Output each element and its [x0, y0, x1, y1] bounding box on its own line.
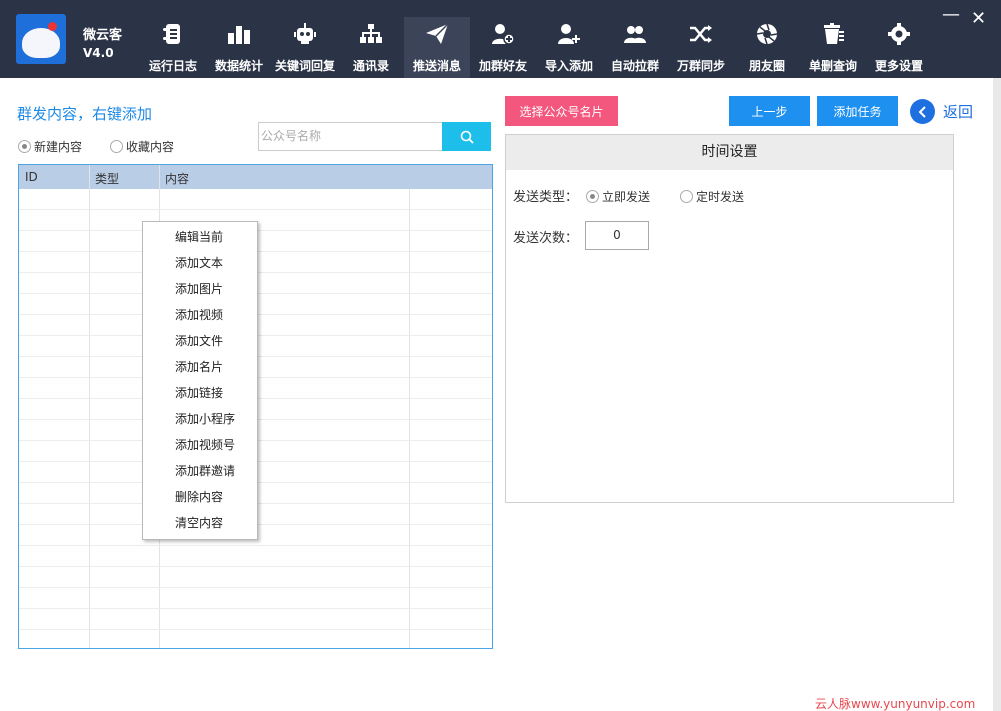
group-icon	[624, 26, 646, 43]
menu-add-link[interactable]: 添加链接	[143, 382, 257, 404]
nav-moments[interactable]: 朋友圈	[734, 17, 800, 78]
radio-label: 立即发送	[602, 190, 651, 204]
account-search	[258, 122, 491, 151]
log-icon	[163, 24, 180, 44]
nav-more-settings[interactable]: 更多设置	[866, 17, 932, 78]
nav-data-stats[interactable]: 数据统计	[206, 17, 272, 78]
radio-new-content[interactable]: 新建内容	[18, 138, 82, 155]
radio-checked-icon	[586, 190, 599, 203]
send-count-input[interactable]: 0	[585, 221, 649, 250]
nav-label: 单删查询	[808, 59, 857, 73]
grid-line	[19, 209, 492, 210]
grid-line	[19, 587, 492, 588]
menu-add-text[interactable]: 添加文本	[143, 252, 257, 274]
radio-send-timed[interactable]: 定时发送	[680, 188, 744, 205]
aperture-icon	[756, 23, 778, 45]
nav-keyword-reply[interactable]: 关键词回复	[272, 17, 338, 78]
radio-checked-icon	[18, 140, 31, 153]
robot-icon	[294, 23, 316, 44]
nav-group-sync[interactable]: 万群同步	[668, 17, 734, 78]
chevron-left-icon	[910, 99, 935, 124]
nav-label: 加群好友	[478, 59, 527, 73]
col-id-header: ID	[25, 170, 38, 184]
nav-label: 关键词回复	[274, 59, 335, 73]
account-name-input[interactable]	[261, 126, 439, 146]
nav-label: 推送消息	[412, 59, 461, 73]
menu-add-image[interactable]: 添加图片	[143, 278, 257, 300]
nav-auto-group[interactable]: 自动拉群	[602, 17, 668, 78]
grid-line	[19, 608, 492, 609]
menu-add-card[interactable]: 添加名片	[143, 356, 257, 378]
main-nav: 运行日志 数据统计 关键词回复 通讯录 推送消息 加群好友 导入添加 自动拉群	[140, 17, 932, 78]
back-button[interactable]: 返回	[910, 99, 973, 124]
close-button[interactable]: ✕	[971, 8, 986, 29]
nav-import-add[interactable]: 导入添加	[536, 17, 602, 78]
context-menu: 编辑当前 添加文本 添加图片 添加视频 添加文件 添加名片 添加链接 添加小程序…	[142, 221, 258, 540]
radio-favorite-content[interactable]: 收藏内容	[110, 138, 174, 155]
send-type-label: 发送类型：	[513, 190, 579, 205]
radio-unchecked-icon	[110, 140, 123, 153]
time-settings-title: 时间设置	[506, 135, 953, 170]
user-add-icon	[492, 24, 515, 45]
grid-line	[89, 165, 90, 648]
nav-label: 数据统计	[214, 59, 263, 73]
minimize-button[interactable]: —	[942, 4, 960, 25]
select-account-card-button[interactable]: 选择公众号名片	[505, 96, 618, 126]
add-task-button[interactable]: 添加任务	[817, 96, 898, 126]
search-icon	[460, 130, 474, 144]
menu-add-video[interactable]: 添加视频	[143, 304, 257, 326]
menu-add-group-invite[interactable]: 添加群邀请	[143, 460, 257, 482]
app-version: V4.0	[83, 46, 114, 60]
radio-label: 定时发送	[696, 190, 745, 204]
org-tree-icon	[360, 24, 382, 43]
nav-run-log[interactable]: 运行日志	[140, 17, 206, 78]
nav-push-message[interactable]: 推送消息	[404, 17, 470, 78]
grid-line	[19, 629, 492, 630]
menu-add-file[interactable]: 添加文件	[143, 330, 257, 352]
grid-line	[19, 566, 492, 567]
scrollbar-track[interactable]	[993, 78, 1001, 711]
nav-label: 通讯录	[352, 59, 389, 73]
broadcast-content-title: 群发内容，右键添加	[17, 105, 153, 123]
shuffle-icon	[690, 25, 712, 43]
radio-unchecked-icon	[680, 190, 693, 203]
top-bar: 微云客 V4.0 运行日志 数据统计 关键词回复 通讯录 推送消息 加群好友 导…	[0, 0, 1001, 78]
menu-clear-content[interactable]: 清空内容	[143, 512, 257, 534]
user-plus-icon	[558, 24, 580, 44]
radio-label: 新建内容	[34, 140, 83, 154]
grid-line	[19, 545, 492, 546]
bar-chart-icon	[228, 26, 250, 44]
watermark: 云人脉www.yunyunvip.com	[815, 697, 976, 711]
left-edge	[0, 78, 3, 711]
nav-label: 导入添加	[544, 59, 593, 73]
paper-plane-icon	[426, 23, 449, 44]
nav-label: 更多设置	[874, 59, 923, 73]
app-name: 微云客	[83, 28, 123, 43]
col-type-header: 类型	[95, 172, 120, 186]
prev-step-button[interactable]: 上一步	[729, 96, 810, 126]
menu-edit-current[interactable]: 编辑当前	[143, 226, 257, 248]
cat-logo-icon	[22, 28, 60, 58]
trash-icon	[824, 23, 844, 44]
menu-add-channels[interactable]: 添加视频号	[143, 434, 257, 456]
app-logo	[16, 14, 66, 64]
nav-label: 运行日志	[148, 59, 197, 73]
logo-red-dot	[48, 22, 57, 31]
radio-send-now[interactable]: 立即发送	[586, 188, 650, 205]
menu-add-mini-program[interactable]: 添加小程序	[143, 408, 257, 430]
nav-label: 朋友圈	[748, 59, 785, 73]
nav-single-delete-check[interactable]: 单删查询	[800, 17, 866, 78]
nav-label: 万群同步	[676, 59, 725, 73]
menu-delete-content[interactable]: 删除内容	[143, 486, 257, 508]
send-count-label: 发送次数：	[513, 231, 579, 246]
col-content-header: 内容	[165, 172, 190, 186]
back-label: 返回	[943, 103, 974, 121]
nav-label: 自动拉群	[610, 59, 659, 73]
radio-label: 收藏内容	[126, 140, 175, 154]
nav-add-group-friends[interactable]: 加群好友	[470, 17, 536, 78]
search-button[interactable]	[442, 122, 491, 151]
gear-icon	[888, 23, 910, 45]
nav-contacts[interactable]: 通讯录	[338, 17, 404, 78]
